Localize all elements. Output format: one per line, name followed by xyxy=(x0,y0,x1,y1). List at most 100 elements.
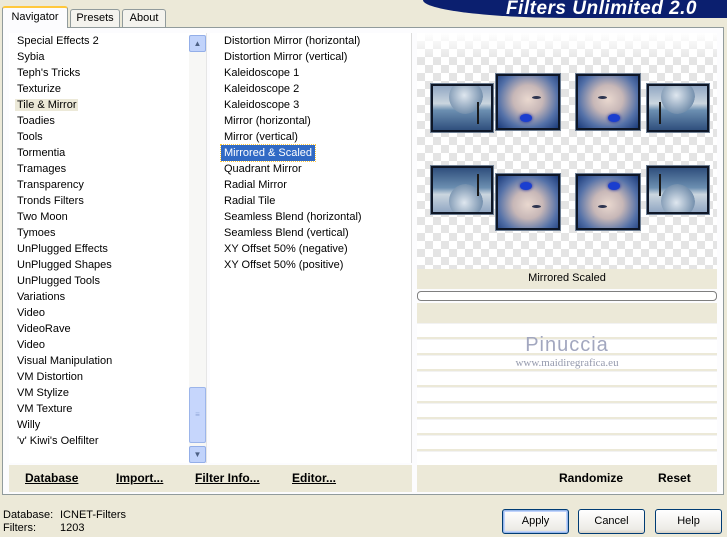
parameter-row xyxy=(417,435,717,449)
category-item[interactable]: Tronds Filters xyxy=(9,193,206,209)
category-label: Variations xyxy=(17,291,66,303)
preview-lips xyxy=(520,114,532,122)
filter-item[interactable]: XY Offset 50% (positive) xyxy=(210,257,411,273)
filter-label: Distortion Mirror (vertical) xyxy=(224,51,348,63)
category-item[interactable]: Teph's Tricks xyxy=(9,65,206,81)
database-button[interactable]: Database xyxy=(25,471,78,485)
category-item[interactable]: VM Stylize xyxy=(9,385,206,401)
watermark-url: www.maidiregrafica.eu xyxy=(515,357,619,369)
filter-item[interactable]: Radial Tile xyxy=(210,193,411,209)
filter-item[interactable]: Distortion Mirror (horizontal) xyxy=(210,33,411,49)
category-label: Texturize xyxy=(17,83,62,95)
category-label: Special Effects 2 xyxy=(17,35,99,47)
category-item[interactable]: Willy xyxy=(9,417,206,433)
filters-label: Filters: xyxy=(3,522,36,534)
filter-item[interactable]: Mirror (horizontal) xyxy=(210,113,411,129)
help-button[interactable]: Help xyxy=(655,509,722,534)
category-item[interactable]: VideoRave xyxy=(9,321,206,337)
preview-thumb-scene xyxy=(647,84,709,132)
category-item[interactable]: VM Distortion xyxy=(9,369,206,385)
tab-navigator[interactable]: Navigator xyxy=(2,6,68,28)
preview-tree xyxy=(659,102,661,124)
apply-button[interactable]: Apply xyxy=(502,509,569,534)
scroll-down-button[interactable]: ▼ xyxy=(189,446,206,463)
database-value: ICNET-Filters xyxy=(60,509,126,521)
category-item[interactable]: Tymoes xyxy=(9,225,206,241)
preview-eye xyxy=(532,205,541,208)
category-scrollbar[interactable]: ▲ ≡ ▼ xyxy=(189,35,206,463)
filter-label: Radial Tile xyxy=(224,195,276,207)
category-item[interactable]: Two Moon xyxy=(9,209,206,225)
preview-thumb-face xyxy=(496,74,560,130)
filter-label: Kaleidoscope 2 xyxy=(224,83,300,95)
filter-info-button[interactable]: Filter Info... xyxy=(195,471,260,485)
category-list[interactable]: Special Effects 2 Sybia Teph's Tricks Textu… xyxy=(9,33,207,463)
parameter-row xyxy=(417,387,717,401)
filter-item[interactable]: Kaleidoscope 3 xyxy=(210,97,411,113)
filter-item[interactable]: Seamless Blend (vertical) xyxy=(210,225,411,241)
preview-moon xyxy=(661,184,695,214)
parameter-row xyxy=(417,419,717,433)
filter-item[interactable]: Radial Mirror xyxy=(210,177,411,193)
category-label: UnPlugged Tools xyxy=(17,275,100,287)
category-item[interactable]: 'v' Kiwi's Oelfilter xyxy=(9,433,206,449)
filter-item[interactable]: Kaleidoscope 2 xyxy=(210,81,411,97)
tab-presets[interactable]: Presets xyxy=(70,9,120,27)
category-item[interactable]: Sybia xyxy=(9,49,206,65)
filter-item[interactable]: XY Offset 50% (negative) xyxy=(210,241,411,257)
preview-eye xyxy=(598,205,607,208)
filter-item[interactable]: Distortion Mirror (vertical) xyxy=(210,49,411,65)
category-item[interactable]: Video xyxy=(9,305,206,321)
import-button[interactable]: Import... xyxy=(116,471,163,485)
tab-about[interactable]: About xyxy=(122,9,166,27)
randomize-button[interactable]: Randomize xyxy=(559,471,623,485)
category-item[interactable]: Video xyxy=(9,337,206,353)
filter-label: Seamless Blend (horizontal) xyxy=(224,211,362,223)
category-item[interactable]: Transparency xyxy=(9,177,206,193)
filter-label: Kaleidoscope 1 xyxy=(224,67,300,79)
category-item[interactable]: Toadies xyxy=(9,113,206,129)
preview-thumb-face xyxy=(576,74,640,130)
filter-item[interactable]: Kaleidoscope 1 xyxy=(210,65,411,81)
reset-button[interactable]: Reset xyxy=(658,471,691,485)
banner-title: Filters Unlimited 2.0 xyxy=(505,0,697,18)
preview-thumb-scene xyxy=(647,166,709,214)
category-item[interactable]: Tile & Mirror xyxy=(9,97,206,113)
category-item[interactable]: Texturize xyxy=(9,81,206,97)
category-item[interactable]: UnPlugged Shapes xyxy=(9,257,206,273)
preview-thumb-scene xyxy=(431,84,493,132)
category-item[interactable]: VM Texture xyxy=(9,401,206,417)
category-item[interactable]: Tramages xyxy=(9,161,206,177)
category-item[interactable]: UnPlugged Effects xyxy=(9,241,206,257)
category-label: Tramages xyxy=(17,163,67,175)
cancel-button[interactable]: Cancel xyxy=(578,509,645,534)
filter-item[interactable]: Seamless Blend (horizontal) xyxy=(210,209,411,225)
scroll-up-button[interactable]: ▲ xyxy=(189,35,206,52)
preview-eye xyxy=(598,96,607,99)
footer-info: Database: ICNET-Filters Filters: 1203 xyxy=(3,509,126,535)
filter-list[interactable]: Distortion Mirror (horizontal) Distortion… xyxy=(210,33,412,463)
left-button-bar: Database Import... Filter Info... Editor… xyxy=(9,465,412,492)
category-label: Teph's Tricks xyxy=(17,67,81,79)
category-label: Toadies xyxy=(17,115,55,127)
filter-item[interactable]: Quadrant Mirror xyxy=(210,161,411,177)
category-label: VideoRave xyxy=(17,323,71,335)
category-label: Tormentia xyxy=(17,147,66,159)
category-item[interactable]: Tools xyxy=(9,129,206,145)
preview-area xyxy=(417,33,717,269)
filter-item[interactable]: Mirror (vertical) xyxy=(210,129,411,145)
scroll-thumb[interactable]: ≡ xyxy=(189,387,206,443)
category-label: Video xyxy=(17,307,45,319)
progress-track xyxy=(417,291,717,301)
category-item[interactable]: Tormentia xyxy=(9,145,206,161)
editor-button[interactable]: Editor... xyxy=(292,471,336,485)
filters-count: 1203 xyxy=(60,522,85,534)
category-item[interactable]: Visual Manipulation xyxy=(9,353,206,369)
category-item[interactable]: Special Effects 2 xyxy=(9,33,206,49)
preview-tree xyxy=(659,174,661,196)
preview-tree xyxy=(477,102,479,124)
category-label: Visual Manipulation xyxy=(17,355,113,367)
category-item[interactable]: UnPlugged Tools xyxy=(9,273,206,289)
category-item[interactable]: Variations xyxy=(9,289,206,305)
filter-item[interactable]: Mirrored & Scaled xyxy=(210,144,411,162)
